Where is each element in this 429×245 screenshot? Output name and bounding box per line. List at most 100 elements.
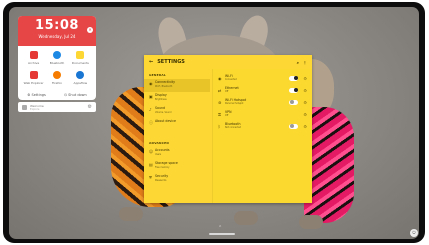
category-storage[interactable]: ▤ Storage space Free memory	[144, 160, 210, 173]
app-label: Appsflow	[73, 81, 88, 85]
category-text: Security Passwords	[155, 174, 169, 182]
category-sub: Wi-Fi, Bluetooth	[155, 84, 173, 88]
setting-bluetooth[interactable]: ᛒ Bluetooth Not connected ⚙	[213, 120, 312, 132]
bluetooth-toggle[interactable]	[289, 123, 299, 129]
wallpaper-paw	[234, 211, 258, 225]
category-sound[interactable]: ♪ Sound Volume, Sound	[144, 105, 210, 118]
documents-icon	[76, 51, 85, 59]
bluetooth-icon: ᛒ	[218, 123, 221, 129]
settings-action[interactable]: ⚙ Settings	[27, 93, 46, 97]
wifi-icon: ◉	[218, 75, 222, 81]
firefox-icon	[52, 71, 61, 79]
wallpaper-paw	[119, 207, 143, 221]
back-arrow-icon[interactable]: ←	[149, 59, 153, 65]
app-documents[interactable]: Documents	[69, 51, 92, 65]
search-card[interactable]: Welcome Explore ⚙	[18, 102, 96, 112]
category-accounts[interactable]: ☺ Accounts Users	[144, 147, 210, 160]
gear-icon[interactable]: ⚙	[303, 100, 307, 105]
setting-label: Bluetooth	[225, 121, 241, 126]
settings-categories: GENERAL ◉ Connectivity Wi-Fi, Bluetooth ▣…	[144, 69, 210, 203]
category-connectivity[interactable]: ◉ Connectivity Wi-Fi, Bluetooth	[144, 79, 210, 92]
gear-icon[interactable]: ⚙	[303, 124, 307, 129]
app-archive[interactable]: Archive	[22, 51, 45, 65]
close-icon[interactable]: ✕	[87, 27, 93, 33]
shutdown-action-label: Shut down	[68, 93, 87, 97]
category-text: Accounts Users	[155, 148, 170, 156]
chevron-up-icon[interactable]: ⌃	[218, 225, 222, 231]
setting-sub: Connected	[225, 78, 237, 81]
search-card-text: Welcome Explore	[30, 104, 44, 111]
power-icon[interactable]: ⏻	[410, 229, 418, 237]
category-sub: Users	[155, 152, 162, 156]
header-actions: ⌕ ⋮	[297, 60, 307, 65]
web-explorer-icon	[29, 71, 38, 79]
setting-text: VPN Off	[225, 109, 303, 118]
toggle-knob	[293, 88, 298, 92]
gear-icon[interactable]: ⚙	[303, 76, 307, 81]
app-web-explorer[interactable]: Web Explorer	[22, 71, 45, 85]
category-text: Display Brightness	[155, 93, 167, 101]
appsflow-icon	[76, 71, 85, 79]
category-about[interactable]: ⓘ About device	[144, 118, 210, 131]
setting-vpn[interactable]: ⚿ VPN Off ⚙	[213, 108, 312, 120]
folder-icon	[22, 104, 27, 110]
toggle-knob	[289, 124, 294, 128]
category-text: Connectivity Wi-Fi, Bluetooth	[155, 80, 175, 88]
category-display[interactable]: ▣ Display Brightness	[144, 92, 210, 105]
setting-label: Wi-Fi	[225, 73, 233, 78]
setting-text: Wi-Fi Connected	[225, 73, 289, 82]
clock-time: 15:08	[35, 18, 79, 33]
setting-label: VPN	[225, 109, 232, 114]
gear-icon[interactable]: ⚙	[303, 112, 307, 117]
app-firefox[interactable]: Firefox	[45, 71, 68, 85]
setting-hotspot[interactable]: ⊚ Wi-Fi Hotspot Personal hotspot ⚙	[213, 96, 312, 108]
clock-date: Wednesday, Jul 24	[38, 34, 76, 39]
archive-icon	[29, 51, 38, 59]
category-text: About device	[155, 119, 176, 124]
category-security[interactable]: ⛨ Security Passwords	[144, 173, 210, 186]
app-label: Documents	[71, 61, 89, 65]
clock-header: 15:08 Wednesday, Jul 24 ✕	[18, 16, 96, 46]
wallpaper-paw	[299, 215, 323, 229]
setting-label: Ethernet	[225, 85, 239, 90]
category-sub: Passwords	[155, 178, 167, 182]
settings-action-label: Settings	[31, 93, 46, 97]
ethernet-toggle[interactable]	[289, 87, 299, 93]
vpn-icon: ⚿	[218, 111, 222, 117]
setting-sub: Not connected	[225, 126, 241, 129]
setting-sub: Off	[225, 114, 229, 117]
section-label-general: GENERAL	[149, 73, 167, 77]
category-label: Security	[155, 174, 169, 178]
app-label: Web Explorer	[23, 81, 44, 85]
hotspot-toggle[interactable]	[289, 99, 299, 105]
category-label: Storage space	[155, 161, 178, 165]
hotspot-icon: ⊚	[218, 99, 222, 105]
search-card-title: Welcome	[30, 103, 44, 108]
app-grid: Archive Bluetooth Documents Web Explorer…	[18, 46, 96, 85]
search-card-subtitle: Explore	[30, 107, 40, 111]
category-label: About device	[155, 119, 176, 123]
tablet-frame: 15:08 Wednesday, Jul 24 ✕ Archive Blueto…	[3, 2, 425, 243]
setting-ethernet[interactable]: ⇄ Ethernet Off ⚙	[213, 84, 312, 96]
app-appsflow[interactable]: Appsflow	[69, 71, 92, 85]
setting-text: Bluetooth Not connected	[225, 121, 289, 130]
more-icon[interactable]: ⋮	[303, 60, 307, 65]
app-bluetooth[interactable]: Bluetooth	[45, 51, 68, 65]
home-indicator[interactable]	[209, 233, 235, 235]
toggle-knob	[293, 76, 298, 80]
app-label: Firefox	[52, 81, 62, 85]
search-icon[interactable]: ⌕	[297, 60, 299, 65]
wifi-toggle[interactable]	[289, 75, 299, 81]
category-sub: Brightness	[155, 97, 167, 101]
setting-sub: Personal hotspot	[225, 102, 244, 105]
shutdown-action[interactable]: ⏻ Shut down	[64, 93, 86, 97]
gear-icon[interactable]: ⚙	[88, 104, 92, 110]
setting-wifi[interactable]: ◉ Wi-Fi Connected ⚙	[213, 72, 312, 84]
section-label-advanced: ADVANCED	[149, 141, 170, 145]
gear-icon[interactable]: ⚙	[303, 88, 307, 93]
app-label: Archive	[28, 61, 40, 65]
category-sub: Free memory	[155, 165, 170, 169]
ethernet-icon: ⇄	[218, 87, 222, 93]
home-screen: 15:08 Wednesday, Jul 24 ✕ Archive Blueto…	[9, 7, 419, 239]
settings-header: ← SETTINGS ⌕ ⋮	[144, 55, 312, 69]
